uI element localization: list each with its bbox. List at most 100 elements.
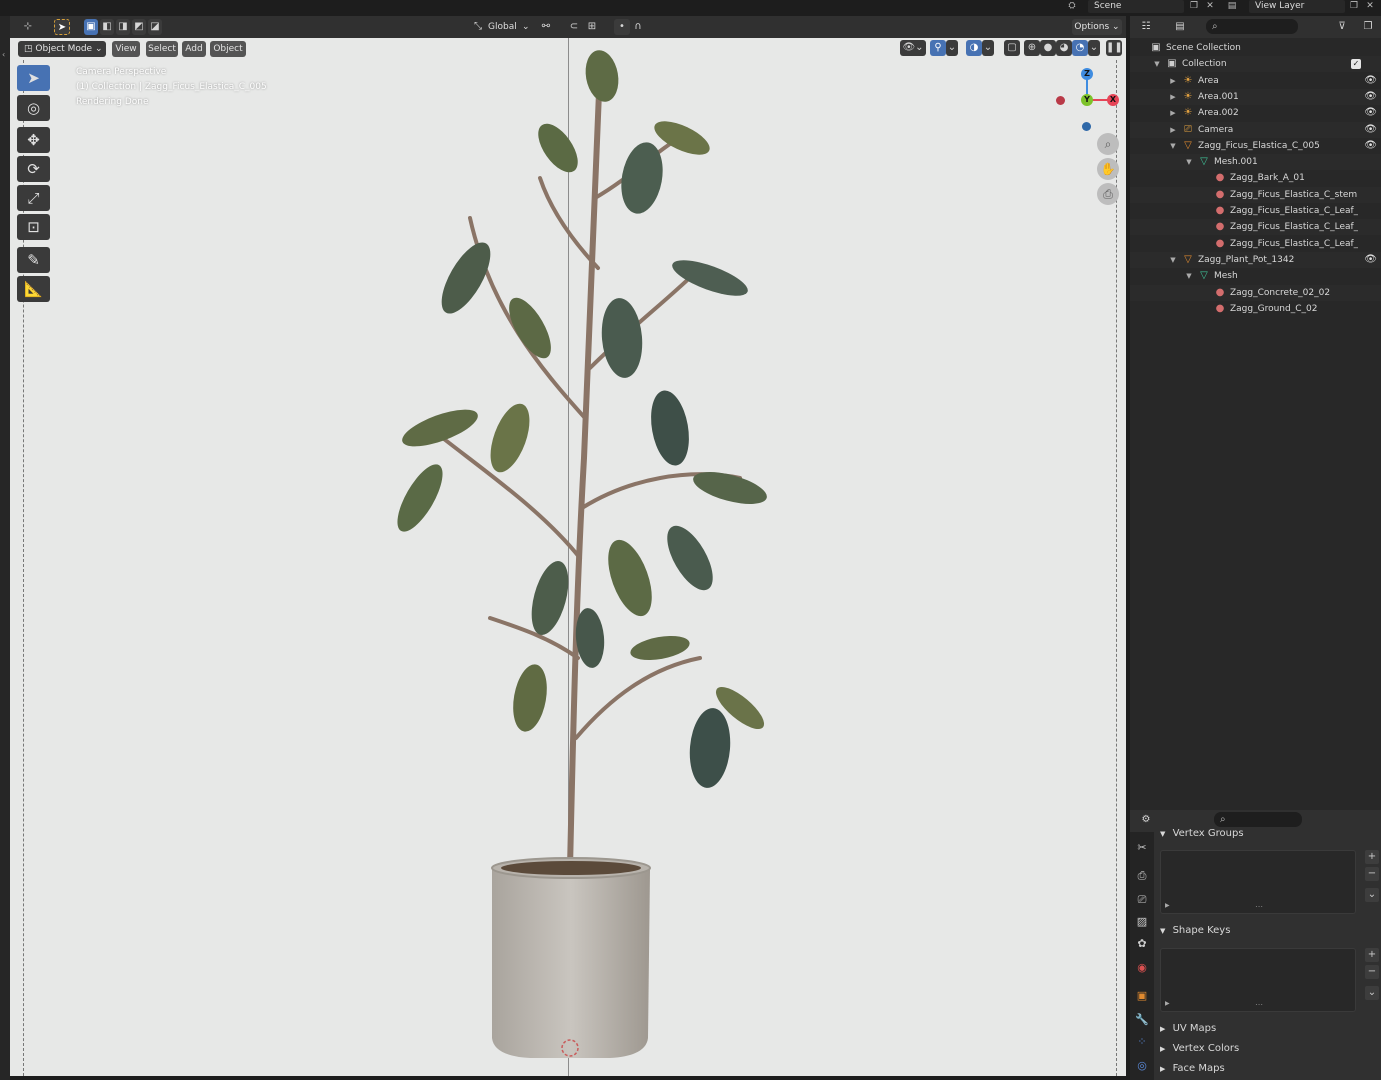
expand-down-icon[interactable]: ▼ [1168,138,1178,154]
expand-right-icon[interactable]: ▶ [1165,1000,1170,1007]
display-mode-icon[interactable]: ▤ [1172,19,1188,35]
visibility-eye-icon[interactable]: 👁 [1364,138,1377,154]
outliner-row[interactable]: ▶ ☀ Area.001 👁 [1130,88,1381,105]
new-collection-icon[interactable]: ❐ [1360,19,1376,35]
remove-vertex-group-button[interactable]: − [1365,867,1379,881]
gizmo-y-icon[interactable]: Y [1081,94,1093,106]
outliner-row[interactable]: ● Zagg_Bark_A_01 [1130,170,1381,186]
vertex-groups-panel-header[interactable]: ▼ Vertex Groups [1156,825,1381,843]
outliner-row[interactable]: ▶ ☀ Area 👁 [1130,73,1381,89]
outliner-row[interactable]: ▶ ⎚ Camera 👁 [1130,121,1381,138]
modifier-tab-icon[interactable]: 🔧 [1134,1012,1150,1028]
measure-tool-icon[interactable]: 📐 [17,276,50,302]
new-scene-icon[interactable]: ❐ [1188,1,1200,12]
face-maps-panel-header[interactable]: ▶ Face Maps [1156,1060,1381,1078]
outliner-row[interactable]: ● Zagg_Concrete_02_02 [1130,284,1381,301]
properties-editor-icon[interactable]: ⚙ [1138,812,1154,828]
expand-right-icon[interactable]: ▶ [1168,105,1178,121]
select-box-icon[interactable]: ➤ [54,19,70,35]
scene-tab-icon[interactable]: ✿ [1134,936,1150,952]
outliner-row[interactable]: ● Zagg_Ficus_Elastica_C_Leaf_ [1130,236,1381,252]
expand-down-icon[interactable]: ▼ [1152,56,1162,72]
transform-tool-icon[interactable]: ⊡ [17,214,50,240]
gizmo-neg-x-icon[interactable] [1056,96,1065,105]
expand-right-icon[interactable]: ▶ [1165,902,1170,909]
vertex-groups-list[interactable]: ▶ ⋯ [1160,850,1356,914]
gizmo-neg-z-icon[interactable] [1082,122,1091,131]
visibility-eye-icon[interactable]: 👁 [1364,105,1377,121]
remove-shape-key-button[interactable]: − [1365,965,1379,979]
camera-view-icon[interactable]: ⎙ [1097,183,1119,205]
scene-selector[interactable]: Scene [1088,0,1184,13]
mode-intersect-icon[interactable]: ◪ [148,19,162,35]
collapse-arrow-icon[interactable]: ‹ [2,50,5,59]
mode-new-icon[interactable]: ▣ [84,19,98,35]
visibility-eye-icon[interactable]: 👁 [1364,73,1377,89]
expand-down-icon[interactable]: ▼ [1168,252,1178,268]
particles-tab-icon[interactable]: ⁘ [1134,1034,1150,1050]
vertex-colors-panel-header[interactable]: ▶ Vertex Colors [1156,1040,1381,1058]
outliner-editor-icon[interactable]: ☷ [1138,19,1154,35]
uv-maps-panel-header[interactable]: ▶ UV Maps [1156,1020,1381,1038]
view-layer-tab-icon[interactable]: ▨ [1134,914,1150,930]
resize-grip-icon[interactable]: ⋯ [1255,902,1263,911]
collection-checkbox-icon[interactable]: ✓ [1351,59,1361,70]
gizmo-z-icon[interactable]: Z [1081,68,1093,80]
mode-extend-icon[interactable]: ◧ [100,19,114,35]
outliner-row[interactable]: ▼ ▽ Zagg_Plant_Pot_1342 👁 [1130,251,1381,268]
outliner-row[interactable]: ▼ ▽ Mesh [1130,268,1381,284]
physics-tab-icon[interactable]: ◎ [1134,1058,1150,1074]
snap-icon[interactable]: ⊂ [566,19,582,35]
shape-keys-list[interactable]: ▶ ⋯ [1160,948,1356,1012]
delete-scene-icon[interactable]: ✕ [1204,1,1216,12]
falloff-icon[interactable]: ∩ [630,19,646,35]
cursor-tool-icon[interactable]: ◎ [17,95,50,121]
output-tab-icon[interactable]: ⎚ [1134,892,1150,908]
3d-viewport[interactable]: ◳ Object Mode ⌄ View Select Add Object 👁… [10,38,1126,1076]
outliner-row[interactable]: ● Zagg_Ficus_Elastica_C_stem [1130,186,1381,203]
view-layer-icon[interactable]: ▤ [1226,1,1238,12]
tool-tab-icon[interactable]: ✂ [1134,840,1150,856]
outliner-row[interactable]: ▼ ▽ Zagg_Ficus_Elastica_C_005 👁 [1130,138,1381,154]
chevron-down-icon[interactable]: ⌄ [522,19,530,35]
outliner-row[interactable]: ▣ Scene Collection [1130,40,1381,56]
mode-subtract-icon[interactable]: ◨ [116,19,130,35]
mode-invert-icon[interactable]: ◩ [132,19,146,35]
outliner-row[interactable]: ● Zagg_Ficus_Elastica_C_Leaf_ [1130,219,1381,236]
scale-tool-icon[interactable]: ⤢ [17,185,50,211]
rotate-tool-icon[interactable]: ⟳ [17,156,50,182]
editor-type-icon[interactable]: ⊹ [20,19,36,35]
add-shape-key-button[interactable]: + [1365,948,1379,962]
navigation-gizmo[interactable]: Z Y X [1050,68,1120,134]
vertex-group-menu-button[interactable]: ⌄ [1365,888,1379,902]
shape-keys-panel-header[interactable]: ▼ Shape Keys [1156,922,1381,940]
filter-icon[interactable]: ⊽ [1334,19,1350,35]
scene-icon[interactable]: ⛭ [1066,1,1078,12]
visibility-eye-icon[interactable]: 👁 [1364,122,1377,138]
pan-hand-icon[interactable]: ✋ [1097,158,1119,180]
view-layer-selector[interactable]: View Layer [1249,0,1345,13]
expand-right-icon[interactable]: ▶ [1168,89,1178,105]
pivot-icon[interactable]: ⚯ [538,19,554,35]
options-button[interactable]: Options ⌄ [1072,19,1122,35]
world-tab-icon[interactable]: ◉ [1134,960,1150,976]
zoom-icon[interactable]: ⌕ [1097,133,1119,155]
move-tool-icon[interactable]: ✥ [17,127,50,153]
expand-down-icon[interactable]: ▼ [1184,154,1194,170]
shape-key-menu-button[interactable]: ⌄ [1365,986,1379,1000]
visibility-eye-icon[interactable]: 👁 [1364,252,1377,268]
outliner-row[interactable]: ▼ ▣ Collection ✓ [1130,56,1381,73]
outliner-row[interactable]: ▶ ☀ Area.002 👁 [1130,105,1381,121]
proportional-edit-icon[interactable]: • [614,19,630,35]
expand-right-icon[interactable]: ▶ [1168,122,1178,138]
visibility-eye-icon[interactable]: 👁 [1364,89,1377,105]
expand-right-icon[interactable]: ▶ [1168,73,1178,89]
outliner-row[interactable]: ● Zagg_Ficus_Elastica_C_Leaf_ [1130,203,1381,219]
render-tab-icon[interactable]: ⎙ [1134,868,1150,884]
outliner-search-input[interactable]: ⌕ [1206,19,1298,34]
select-tool-icon[interactable]: ➤ [17,65,50,91]
add-vertex-group-button[interactable]: + [1365,850,1379,864]
gizmo-x-icon[interactable]: X [1107,94,1119,106]
new-view-layer-icon[interactable]: ❐ [1348,1,1360,12]
annotate-tool-icon[interactable]: ✎ [17,247,50,273]
